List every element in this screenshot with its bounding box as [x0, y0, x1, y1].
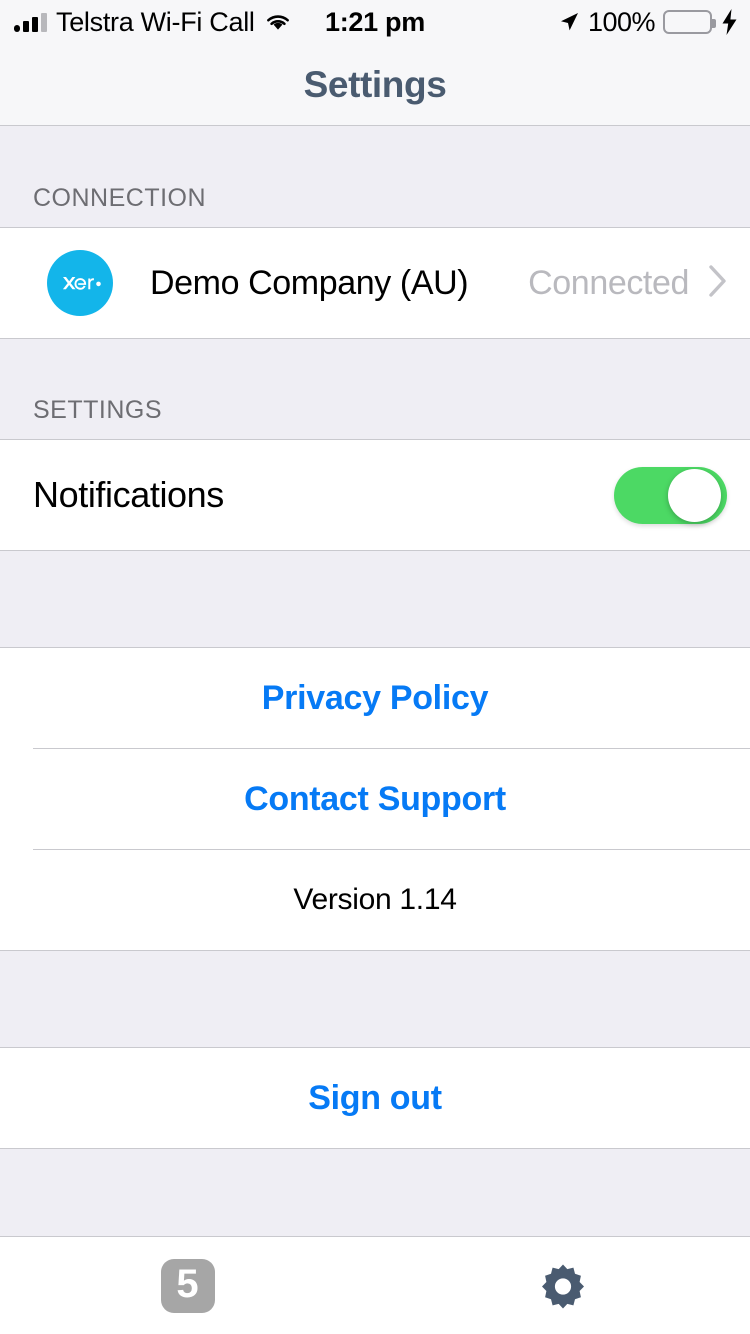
settings-section: Notifications: [0, 439, 750, 551]
navigation-bar: Settings: [0, 44, 750, 126]
notifications-row[interactable]: Notifications: [0, 440, 750, 550]
signout-section: Sign out: [0, 1047, 750, 1149]
notifications-label: Notifications: [33, 474, 224, 515]
sign-out-button[interactable]: Sign out: [0, 1048, 750, 1148]
status-bar: Telstra Wi-Fi Call 1:21 pm 100%: [0, 0, 750, 44]
battery-percent-label: 100%: [587, 6, 656, 37]
battery-icon: [663, 10, 716, 34]
app-screen: Telstra Wi-Fi Call 1:21 pm 100% Settings…: [0, 0, 750, 1334]
connection-section: Demo Company (AU) Connected: [0, 227, 750, 339]
gear-icon: [535, 1258, 591, 1314]
links-section: Privacy Policy Contact Support Version 1…: [0, 647, 750, 951]
sidebar-item-inbox[interactable]: 5: [0, 1237, 375, 1334]
section-gap-3: [0, 1149, 750, 1243]
section-gap-1: [0, 551, 750, 647]
connection-name: Demo Company (AU): [150, 263, 469, 302]
section-gap-2: [0, 951, 750, 1047]
tab-badge-count: 5: [176, 1262, 199, 1306]
tab-bar: 5: [0, 1236, 750, 1334]
contact-support-link[interactable]: Contact Support: [0, 749, 750, 849]
page-title: Settings: [303, 63, 447, 105]
version-label: Version 1.14: [293, 883, 457, 916]
location-arrow-icon: [558, 11, 580, 33]
sidebar-item-settings[interactable]: [375, 1237, 750, 1334]
connection-section-header: CONNECTION: [33, 184, 207, 212]
toggle-knob: [668, 468, 721, 522]
connection-status: Connected: [528, 263, 689, 302]
connection-row[interactable]: Demo Company (AU) Connected: [0, 228, 750, 338]
settings-section-header: SETTINGS: [33, 396, 163, 424]
status-bar-right: 100%: [558, 7, 738, 38]
privacy-policy-link[interactable]: Privacy Policy: [0, 648, 750, 748]
number-badge-icon: 5: [160, 1258, 215, 1313]
notifications-toggle[interactable]: [614, 466, 727, 524]
settings-content: CONNECTION Demo Company (AU) Connected S…: [0, 127, 750, 1243]
xero-logo-icon: [47, 250, 113, 316]
lightning-bolt-icon: [720, 9, 738, 35]
chevron-right-icon: [689, 264, 728, 303]
